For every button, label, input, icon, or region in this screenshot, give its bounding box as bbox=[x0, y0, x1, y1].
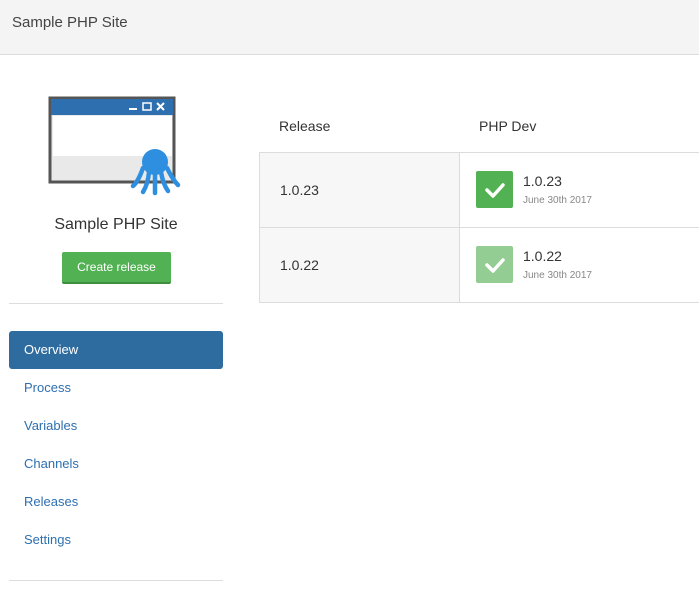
sidebar-divider-top bbox=[9, 303, 223, 304]
sidebar: Sample PHP Site Create release Overview … bbox=[0, 56, 232, 611]
checkmark-icon bbox=[484, 182, 505, 198]
deployment-version: 1.0.23 bbox=[523, 173, 562, 189]
release-version[interactable]: 1.0.23 bbox=[260, 153, 460, 227]
column-header-environment[interactable]: PHP Dev bbox=[479, 118, 536, 134]
top-bar: Sample PHP Site bbox=[0, 0, 699, 55]
nav-item-channels[interactable]: Channels bbox=[9, 445, 223, 483]
releases-dashboard: Release PHP Dev 1.0.23 1.0.23 June 30th … bbox=[259, 56, 699, 611]
deployment-cell[interactable]: 1.0.22 June 30th 2017 bbox=[460, 228, 699, 302]
deployment-date: June 30th 2017 bbox=[523, 195, 592, 206]
nav-item-variables[interactable]: Variables bbox=[9, 407, 223, 445]
nav-item-process[interactable]: Process bbox=[9, 369, 223, 407]
deployment-date: June 30th 2017 bbox=[523, 270, 592, 281]
table-header: Release PHP Dev bbox=[259, 118, 699, 138]
column-header-release: Release bbox=[279, 118, 331, 134]
checkmark-icon bbox=[484, 257, 505, 273]
table-row: 1.0.22 1.0.22 June 30th 2017 bbox=[260, 228, 699, 303]
project-nav: Overview Process Variables Channels Rele… bbox=[9, 331, 223, 559]
deployment-status bbox=[476, 171, 513, 208]
app-title: Sample PHP Site bbox=[12, 14, 128, 31]
releases-table: 1.0.23 1.0.23 June 30th 2017 1.0.22 1.0.… bbox=[259, 152, 699, 303]
nav-item-overview[interactable]: Overview bbox=[9, 331, 223, 369]
release-version[interactable]: 1.0.22 bbox=[260, 228, 460, 302]
deployment-cell[interactable]: 1.0.23 June 30th 2017 bbox=[460, 153, 699, 227]
nav-item-settings[interactable]: Settings bbox=[9, 521, 223, 559]
project-name: Sample PHP Site bbox=[54, 216, 178, 233]
nav-item-releases[interactable]: Releases bbox=[9, 483, 223, 521]
table-row: 1.0.23 1.0.23 June 30th 2017 bbox=[260, 153, 699, 228]
sidebar-divider-bottom bbox=[9, 580, 223, 581]
deployment-status bbox=[476, 246, 513, 283]
project-logo-icon bbox=[48, 96, 181, 196]
create-release-button[interactable]: Create release bbox=[62, 252, 171, 284]
deployment-version: 1.0.22 bbox=[523, 248, 562, 264]
